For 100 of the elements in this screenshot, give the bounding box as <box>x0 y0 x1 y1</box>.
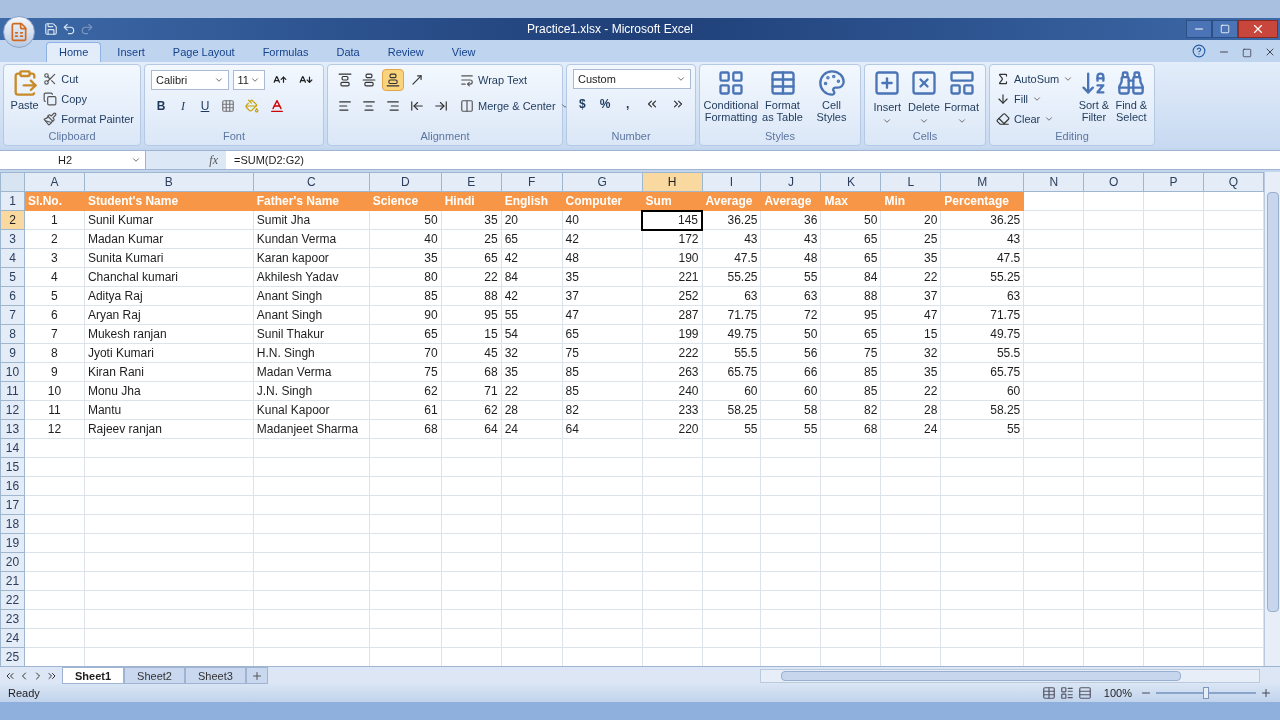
close-icon[interactable] <box>1264 46 1276 58</box>
table-cell: Mukesh ranjan <box>84 324 254 344</box>
ribbon-tab[interactable]: Home <box>46 42 102 62</box>
number-format-button[interactable]: % <box>595 94 615 114</box>
table-cell: 145 <box>642 210 702 230</box>
column-header[interactable]: A <box>24 172 85 192</box>
close-button[interactable] <box>1238 20 1278 38</box>
column-header[interactable]: M <box>940 172 1024 192</box>
table-cell: 7 <box>24 324 85 344</box>
formula-field[interactable]: =SUM(D2:G2) <box>226 151 1280 169</box>
ribbon-tab[interactable]: Data <box>324 42 372 62</box>
table-cell: 47 <box>562 305 643 325</box>
font-style-button[interactable]: I <box>173 96 193 116</box>
editing-action[interactable]: AutoSum <box>996 69 1074 89</box>
ribbon-tab[interactable]: View <box>439 42 488 62</box>
table-cell: 84 <box>820 267 881 287</box>
normal-view-icon[interactable] <box>1041 686 1056 700</box>
sheet-tab[interactable]: Sheet2 <box>124 667 185 684</box>
table-cell: 50 <box>369 210 442 230</box>
editing-button[interactable]: Find & Select <box>1114 69 1148 129</box>
table-cell: 15 <box>441 324 502 344</box>
number-format-button[interactable]: $ <box>573 94 592 114</box>
clipboard-action[interactable]: Format Painter <box>43 109 134 129</box>
caret-icon <box>250 75 260 85</box>
ribbon-tab[interactable]: Formulas <box>250 42 321 62</box>
column-header[interactable]: P <box>1143 172 1204 192</box>
cells-button[interactable]: Insert <box>871 69 904 126</box>
table-cell: 48 <box>761 248 821 268</box>
restore-button[interactable] <box>1212 20 1238 38</box>
table-cell: 72 <box>761 305 821 325</box>
sheet-tab[interactable]: Sheet1 <box>62 667 125 684</box>
column-header[interactable]: H <box>642 172 702 192</box>
column-header[interactable]: N <box>1023 172 1084 192</box>
page-layout-icon[interactable] <box>1059 686 1074 700</box>
save-icon[interactable] <box>44 22 58 36</box>
zoom-slider[interactable] <box>1156 687 1256 699</box>
number-format-button[interactable]: , <box>618 94 637 114</box>
wrap-text-button[interactable]: Wrap Text <box>460 69 570 91</box>
page-break-icon[interactable] <box>1077 686 1092 700</box>
group-label: Alignment <box>419 129 471 143</box>
table-cell: 32 <box>880 343 941 363</box>
restore-icon[interactable] <box>1242 48 1252 58</box>
slider-thumb[interactable] <box>1203 687 1209 699</box>
table-cell: 75 <box>562 343 643 363</box>
column-header[interactable]: G <box>562 172 643 192</box>
column-header[interactable]: D <box>369 172 442 192</box>
table-cell: 25 <box>441 229 502 249</box>
column-header[interactable]: E <box>441 172 502 192</box>
column-header[interactable]: K <box>820 172 881 192</box>
styles-button[interactable]: Format as Table <box>760 69 805 123</box>
ribbon-tab[interactable]: Page Layout <box>160 42 247 62</box>
table-cell: 43 <box>702 229 761 249</box>
font-size-field[interactable]: 11 <box>232 70 265 90</box>
cells-button[interactable]: Format <box>944 69 979 126</box>
borders-icon <box>221 99 235 113</box>
paste-button[interactable]: Paste <box>10 69 40 129</box>
ribbon-tab[interactable]: Review <box>375 42 436 62</box>
column-header[interactable]: B <box>84 172 254 192</box>
column-header[interactable]: J <box>761 172 821 192</box>
table-cell: 62 <box>441 400 502 420</box>
styles-button[interactable]: Conditional Formatting <box>706 69 756 123</box>
table-cell: 85 <box>562 362 643 382</box>
function-button[interactable]: fx <box>209 151 218 169</box>
column-header[interactable]: Q <box>1203 172 1264 192</box>
cells-button[interactable]: Delete <box>907 69 941 126</box>
undo-icon[interactable] <box>62 22 76 36</box>
table-cell: Madan Kumar <box>84 229 254 249</box>
clipboard-action[interactable]: Copy <box>43 89 134 109</box>
table-cell: 55 <box>702 419 761 439</box>
editing-action[interactable]: Fill <box>996 89 1074 109</box>
column-header[interactable]: O <box>1083 172 1144 192</box>
clipboard-action[interactable]: Cut <box>43 69 134 89</box>
align-icon <box>338 73 352 87</box>
align-center-icon <box>362 99 376 113</box>
number-format-field[interactable]: Custom <box>573 69 691 89</box>
font-style-button[interactable]: B <box>151 96 171 116</box>
minimize-button[interactable] <box>1186 20 1212 38</box>
column-header[interactable]: C <box>253 172 370 192</box>
help-icon[interactable] <box>1192 44 1206 58</box>
binoculars-icon <box>1117 69 1146 97</box>
merge-center-button[interactable]: Merge & Center <box>460 95 570 117</box>
table-cell: 10 <box>24 381 85 401</box>
font-style-button[interactable]: U <box>195 96 215 116</box>
column-header[interactable]: I <box>702 172 761 192</box>
table-cell: 22 <box>880 267 941 287</box>
sheet-tab[interactable]: Sheet3 <box>184 667 246 684</box>
column-header[interactable]: L <box>880 172 941 192</box>
vertical-scrollbar[interactable] <box>1264 172 1280 666</box>
ribbon-tab[interactable]: Insert <box>105 42 157 62</box>
column-header[interactable]: F <box>501 172 563 192</box>
align-right-icon <box>386 99 400 113</box>
styles-button[interactable]: Cell Styles <box>809 69 854 123</box>
vertical-align-button[interactable] <box>382 69 404 91</box>
editing-button[interactable]: Sort & Filter <box>1077 69 1111 129</box>
table-cell: 65 <box>820 248 881 268</box>
horizontal-scrollbar[interactable] <box>760 668 1260 683</box>
zoom-in-icon[interactable] <box>1260 687 1272 699</box>
grid-icon <box>717 69 745 97</box>
editing-action[interactable]: Clear <box>996 109 1074 129</box>
font-name-field[interactable]: Calibri <box>151 70 229 90</box>
